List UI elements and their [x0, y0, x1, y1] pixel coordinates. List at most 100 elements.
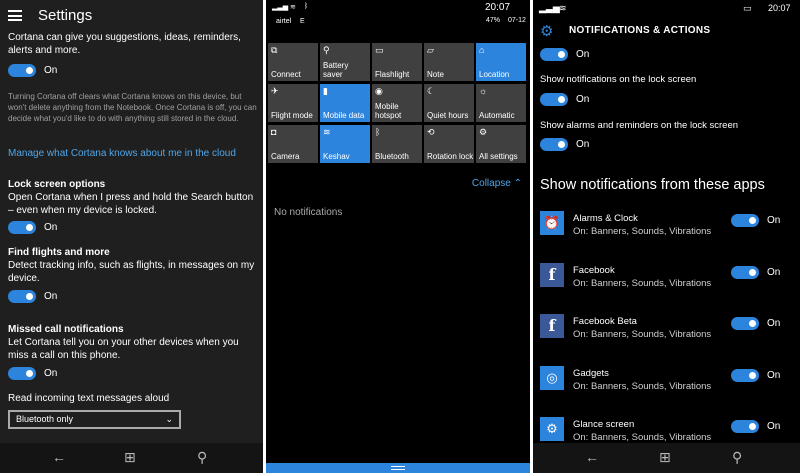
app-notification-summary: On: Banners, Sounds, Vibrations — [573, 226, 712, 237]
app-notification-summary: On: Banners, Sounds, Vibrations — [573, 380, 712, 392]
find-flights-toggle-label: On — [44, 291, 58, 302]
wifi-status-icon: ≋ — [290, 4, 296, 11]
brightness-icon: ☼ — [479, 86, 488, 96]
facebook-icon: f — [540, 262, 564, 287]
tile-mobile-data[interactable]: ▮ Mobile data — [320, 84, 370, 122]
tile-label: Mobile data — [323, 111, 365, 120]
tile-label: Quiet hours — [427, 111, 469, 120]
alarm-clock-icon: ⏰ — [540, 211, 564, 235]
bluetooth-status-icon: ᛒ — [304, 3, 309, 10]
app-notification-summary: On: Banners, Sounds, Vibrations — [573, 329, 712, 340]
app-notification-summary: On: Banners, Sounds, Vibrations — [573, 432, 712, 443]
tile-all-settings[interactable]: ⚙ All settings — [476, 125, 526, 163]
lock-screen-notifications-state: On — [576, 94, 590, 105]
top-toggle[interactable] — [540, 48, 568, 61]
location-icon: ⌂ — [479, 45, 485, 55]
tile-camera[interactable]: ◘ Camera — [268, 125, 318, 163]
battery-icon: ▭ — [743, 3, 752, 13]
gadgets-icon: ◎ — [540, 365, 564, 390]
hamburger-menu-icon[interactable] — [8, 10, 22, 21]
page-title: NOTIFICATIONS & ACTIONS — [569, 25, 711, 36]
windows-start-icon[interactable]: ⊞ — [659, 449, 671, 466]
lock-screen-notifications-label: Show notifications on the lock screen — [540, 74, 697, 85]
tile-location[interactable]: ⌂ Location — [476, 43, 526, 81]
carrier-network: E — [300, 18, 305, 25]
find-flights-toggle[interactable] — [8, 290, 36, 303]
tile-bluetooth[interactable]: ᛒ Bluetooth — [372, 125, 422, 163]
app-name[interactable]: Facebook Beta — [573, 316, 637, 327]
app-toggle[interactable] — [731, 368, 759, 382]
back-icon[interactable]: ← — [52, 449, 66, 465]
app-toggle-label: On — [767, 369, 781, 381]
tile-mobile-hotspot[interactable]: ◉ Mobile hotspot — [372, 84, 422, 122]
section-title-missed-call: Missed call notifications — [8, 324, 124, 335]
drag-handle[interactable] — [266, 463, 530, 473]
app-name[interactable]: Glance screen — [573, 419, 634, 430]
top-toggle-label: On — [576, 49, 590, 60]
tile-label: Location — [479, 70, 510, 79]
missed-call-toggle[interactable] — [8, 367, 36, 380]
tile-label: Camera — [271, 152, 300, 161]
facebook-beta-icon: f — [540, 314, 564, 338]
bluetooth-icon: ᛒ — [375, 127, 381, 137]
cortana-toggle[interactable] — [8, 64, 36, 77]
tile-label: Flight mode — [271, 111, 313, 120]
app-name[interactable]: Gadgets — [573, 368, 609, 379]
lock-screen-toggle[interactable] — [8, 221, 36, 234]
tile-label: Automatic — [479, 111, 515, 120]
manage-cloud-link[interactable]: Manage what Cortana knows about me in th… — [8, 148, 236, 159]
tile-label: Bluetooth — [375, 152, 409, 161]
cortana-settings-panel: Settings Cortana can give you suggestion… — [0, 0, 263, 473]
action-center-panel: ▂▃▅ ≋ ᛒ airtel E 20:07 47% 07-12 ⧉ Connec… — [266, 0, 530, 473]
section-desc-find-flights: Detect tracking info, such as flights, i… — [8, 260, 255, 284]
app-name[interactable]: Alarms & Clock — [573, 213, 638, 224]
read-aloud-select[interactable]: Bluetooth only ⌄ — [8, 410, 181, 429]
signal-icon: ▂▃▅ — [539, 3, 560, 13]
moon-icon: ☾ — [427, 86, 436, 96]
tile-quiet-hours[interactable]: ☾ Quiet hours — [424, 84, 474, 122]
tile-automatic[interactable]: ☼ Automatic — [476, 84, 526, 122]
note-icon: ▱ — [427, 45, 434, 55]
tile-label: Flashlight — [375, 70, 410, 79]
chevron-up-icon: ⌃ — [513, 178, 522, 189]
app-toggle[interactable] — [731, 317, 759, 330]
glance-screen-icon: ⚙ — [540, 417, 564, 441]
tile-connect[interactable]: ⧉ Connect — [268, 43, 318, 81]
back-icon[interactable]: ← — [585, 449, 599, 465]
tile-note[interactable]: ▱ Note — [424, 43, 474, 81]
missed-call-toggle-label: On — [44, 368, 58, 379]
lock-screen-toggle-label: On — [44, 222, 58, 233]
app-name[interactable]: Facebook — [573, 265, 615, 276]
tile-label: All settings — [479, 152, 518, 161]
camera-icon: ◘ — [271, 127, 277, 137]
tile-rotation-lock[interactable]: ⟲ Rotation lock — [424, 125, 474, 163]
tile-keshav[interactable]: ≋ Keshav — [320, 125, 370, 163]
alarms-lock-screen-toggle[interactable] — [540, 138, 568, 151]
wifi-icon: ≋ — [323, 127, 331, 137]
app-toggle[interactable] — [731, 214, 759, 227]
alarms-lock-screen-label: Show alarms and reminders on the lock sc… — [540, 120, 739, 131]
search-icon[interactable]: ⚲ — [732, 449, 742, 466]
tile-flight-mode[interactable]: ✈ Flight mode — [268, 84, 318, 122]
flashlight-icon: ▭ — [375, 45, 384, 55]
windows-start-icon[interactable]: ⊞ — [124, 449, 136, 466]
status-time: 20:07 — [768, 3, 791, 13]
cortana-off-note: Turning Cortana off clears what Cortana … — [8, 92, 257, 123]
search-icon[interactable]: ⚲ — [197, 449, 207, 466]
collapse-button[interactable]: Collapse ⌃ — [472, 178, 522, 189]
lock-screen-notifications-toggle[interactable] — [540, 93, 568, 106]
mobile-data-icon: ▮ — [323, 86, 328, 96]
tile-flashlight[interactable]: ▭ Flashlight — [372, 43, 422, 81]
wifi-status-icon: ≋ — [559, 3, 567, 13]
airplane-icon: ✈ — [271, 86, 279, 96]
read-aloud-label: Read incoming text messages aloud — [8, 393, 170, 404]
read-aloud-value: Bluetooth only — [16, 414, 74, 424]
tile-label: Note — [427, 70, 444, 79]
tile-battery-saver[interactable]: ⚲ Battery saver — [320, 43, 370, 81]
app-toggle[interactable] — [731, 420, 759, 433]
gear-icon: ⚙ — [479, 127, 488, 137]
battery-saver-icon: ⚲ — [323, 45, 330, 55]
page-title: Settings — [38, 7, 93, 24]
app-toggle[interactable] — [731, 265, 759, 279]
section-desc-lock-screen: Open Cortana when I press and hold the S… — [8, 192, 254, 216]
